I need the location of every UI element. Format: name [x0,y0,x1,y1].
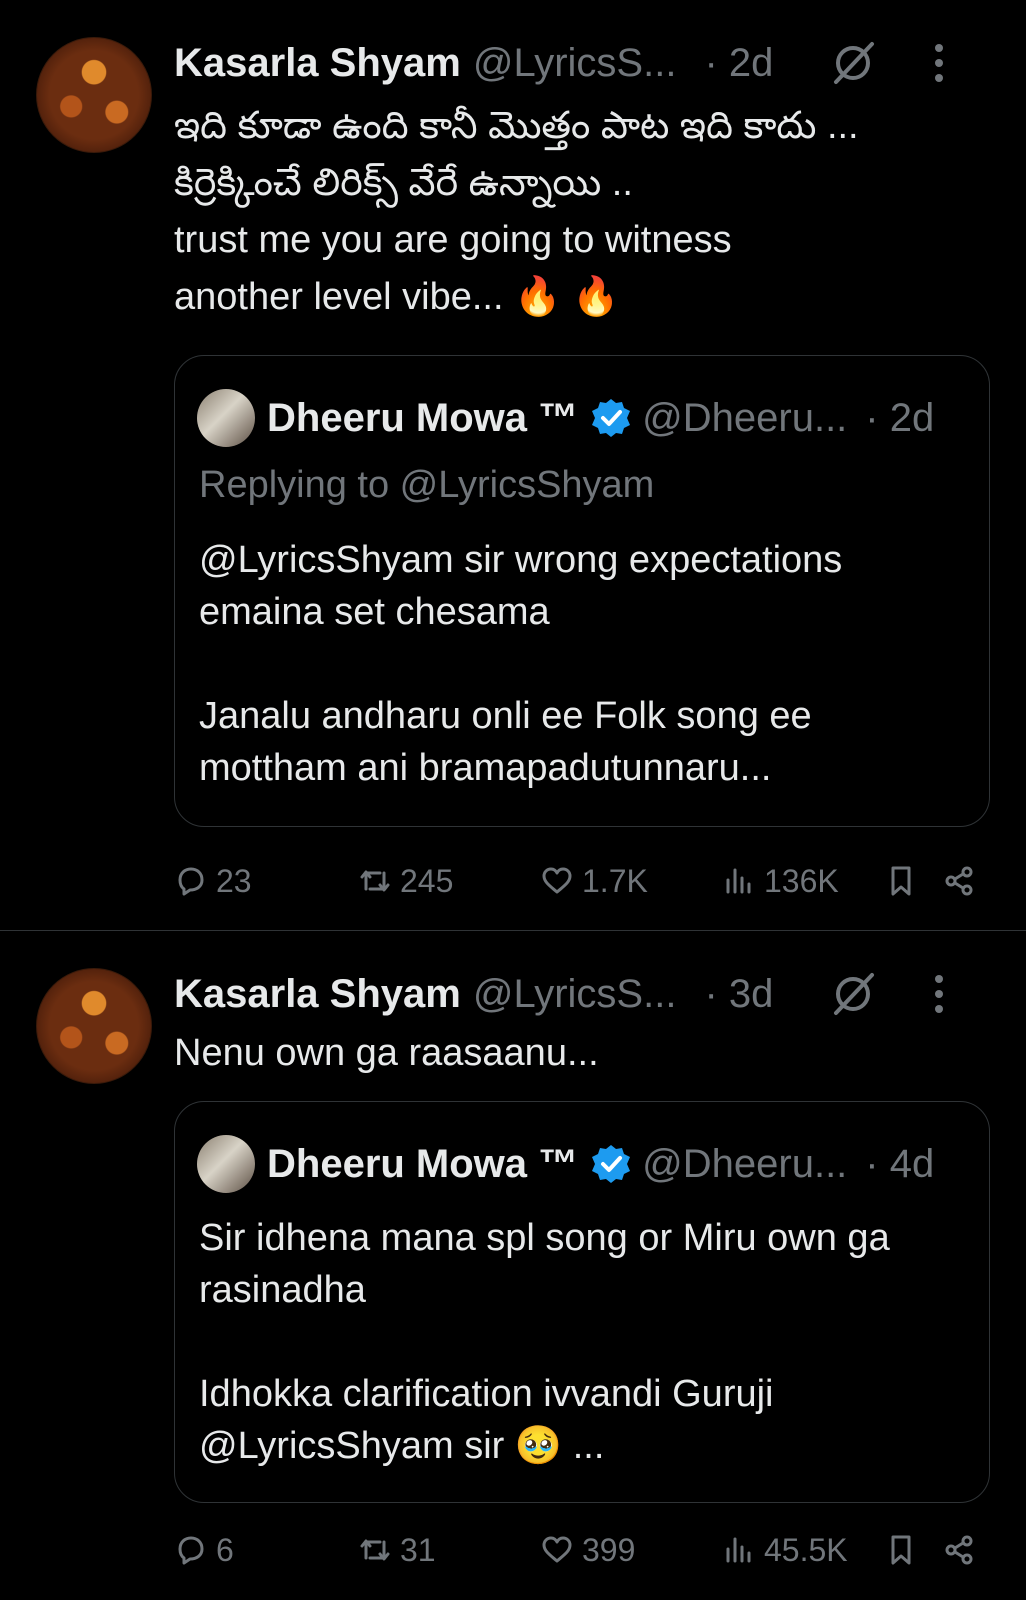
share-icon [945,866,973,896]
like-count: 399 [582,1531,636,1568]
bookmark-icon [891,1535,911,1565]
quoted-text: @LyricsShyam sir wrong expectations emai… [199,534,969,794]
tweet-text-line: ఇది కూడా ఉంది కానీ మొత్తం పాట ఇది కాదు .… [174,105,859,147]
tweet-actions: 23 245 1.7K 136K [174,856,994,906]
quoted-avatar[interactable] [197,389,255,447]
reply-button[interactable]: 23 [174,856,252,906]
verified-icon [592,399,631,437]
quoted-time: · 2d [865,395,935,440]
author-handle[interactable]: @LyricsS... [473,41,677,86]
tweet-text-line: కిర్రెక్కించే లిరిక్స్ వేరే ఉన్నాయి .. [174,162,633,204]
quoted-text: Sir idhena mana spl song or Miru own ga … [199,1212,969,1472]
tweet-text: Nenu own ga raasaanu... [174,1025,966,1082]
retweet-icon [360,1539,390,1561]
share-icon [945,1535,973,1565]
grok-icon[interactable] [830,40,876,86]
author-name[interactable]: Kasarla Shyam [174,41,461,86]
quoted-paragraph: Sir idhena mana spl song or Miru own ga … [199,1217,890,1311]
quoted-time: · 4d [865,1141,935,1186]
like-button[interactable]: 399 [540,1525,635,1575]
bookmark-button[interactable] [884,856,926,906]
quoted-header: Dheeru Mowa ™ @Dheeru... · 4d [197,1134,969,1194]
grok-icon[interactable] [830,971,876,1017]
tweet-text: ఇది కూడా ఉంది కానీ మొత్తం పాట ఇది కాదు .… [174,98,966,326]
tweet-actions: 6 31 399 45.5K [174,1525,994,1575]
reply-button[interactable]: 6 [174,1525,234,1575]
quoted-author-handle: @Dheeru... [642,1141,848,1186]
tweet[interactable]: Kasarla Shyam @LyricsS... · 2d ఇది కూడా … [0,0,1026,931]
quoted-paragraph: Idhokka clarification ivvandi Guruji @Ly… [199,1373,774,1467]
tweet-header: Kasarla Shyam @LyricsS... · 2d [174,38,986,88]
like-button[interactable]: 1.7K [540,856,648,906]
bookmark-icon [891,866,911,896]
tweet-header: Kasarla Shyam @LyricsS... · 3d [174,969,986,1019]
reply-icon [178,1536,204,1565]
author-name[interactable]: Kasarla Shyam [174,972,461,1017]
author-handle[interactable]: @LyricsS... [473,972,677,1017]
tweet[interactable]: Kasarla Shyam @LyricsS... · 3d Nenu own … [0,931,1026,1600]
like-count: 1.7K [582,862,648,899]
views-button[interactable]: 45.5K [722,1525,848,1575]
author-avatar[interactable] [36,37,152,153]
verified-icon [592,1145,631,1183]
quoted-paragraph: @LyricsShyam sir wrong expectations emai… [199,539,843,633]
share-button[interactable] [942,1525,984,1575]
retweet-count: 31 [400,1531,436,1568]
quoted-paragraph: Janalu andharu onli ee Folk song ee mott… [199,695,812,789]
views-button[interactable]: 136K [722,856,839,906]
quoted-avatar[interactable] [197,1135,255,1193]
quoted-author-name: Dheeru Mowa ™ [267,395,579,440]
retweet-button[interactable]: 31 [358,1525,436,1575]
views-icon [726,868,751,894]
replying-to: Replying to @LyricsShyam [199,464,655,506]
like-icon [542,1536,572,1563]
views-count: 136K [764,862,839,899]
bookmark-button[interactable] [884,1525,926,1575]
more-icon[interactable] [932,973,946,1015]
more-icon[interactable] [932,42,946,84]
tweet-text-line: trust me you are going to witness [174,219,732,261]
quoted-tweet[interactable]: Dheeru Mowa ™ @Dheeru... · 2d Replying t… [174,355,990,827]
share-button[interactable] [942,856,984,906]
reply-count: 23 [216,862,252,899]
quoted-tweet[interactable]: Dheeru Mowa ™ @Dheeru... · 4d Sir idhena… [174,1101,990,1503]
tweet-time[interactable]: · 2d [704,41,773,86]
quoted-author-handle: @Dheeru... [642,395,848,440]
quoted-author-name: Dheeru Mowa ™ [267,1141,579,1186]
like-icon [542,867,572,894]
retweet-count: 245 [400,862,454,899]
tweet-time[interactable]: · 3d [704,972,773,1017]
retweet-button[interactable]: 245 [358,856,453,906]
retweet-icon [360,870,390,892]
reply-icon [178,867,204,896]
views-count: 45.5K [764,1531,848,1568]
tweet-text-line: another level vibe... 🔥 🔥 [174,276,620,318]
tweet-text-line: Nenu own ga raasaanu... [174,1032,599,1074]
quoted-header: Dheeru Mowa ™ @Dheeru... · 2d [197,388,969,448]
reply-count: 6 [216,1531,234,1568]
views-icon [726,1537,751,1563]
author-avatar[interactable] [36,968,152,1084]
